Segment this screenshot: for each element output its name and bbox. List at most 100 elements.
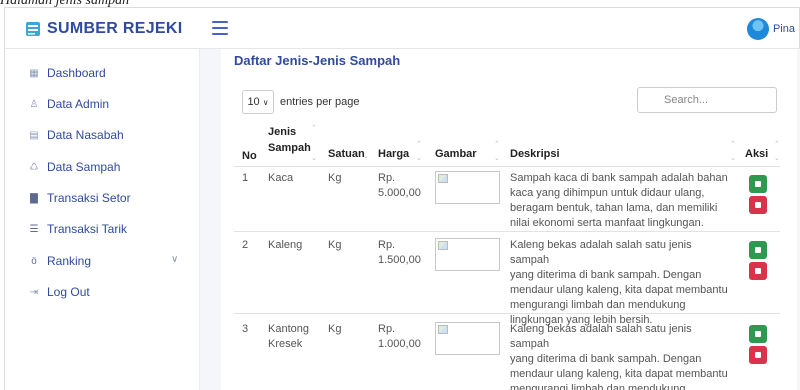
sidebar-item-label: Transaksi Tarik: [47, 222, 128, 236]
row-divider: [234, 313, 780, 314]
sidebar-item-transaksi-tarik[interactable]: ☰ Transaksi Tarik: [29, 222, 128, 236]
sort-icon[interactable]: ⌃: [416, 141, 422, 148]
main-content: Daftar Jenis-Jenis Sampah 10 ∨ entries p…: [200, 49, 800, 390]
cell-harga-prefix: Rp.: [378, 172, 396, 184]
sidebar-item-transaksi-setor[interactable]: ▇ Transaksi Setor: [29, 191, 131, 205]
cell-jenis-line1: Kantong: [268, 323, 309, 335]
dashboard-icon: ▦: [29, 67, 39, 79]
col-header-aksi[interactable]: Aksi: [745, 147, 768, 161]
sort-icon[interactable]: ⌄: [774, 155, 780, 162]
desc-line: yang diterima di bank sampah. Dengan: [510, 269, 702, 281]
page-title: Daftar Jenis-Jenis Sampah: [234, 53, 401, 68]
col-header-satuan[interactable]: Satuan: [328, 147, 365, 161]
withdraw-icon: ☰: [29, 223, 39, 235]
medal-icon: ö: [31, 255, 37, 267]
sort-icon[interactable]: ⌃: [311, 125, 317, 132]
desc-line: Kaleng bekas adalah salah satu jenis sam…: [510, 323, 692, 350]
data-card: Daftar Jenis-Jenis Sampah 10 ∨ entries p…: [221, 49, 797, 390]
sidebar-item-label: Data Nasabah: [47, 128, 124, 142]
trash-icon: [755, 352, 761, 358]
col-header-deskripsi[interactable]: Deskripsi: [510, 147, 560, 161]
desc-line: nilai ekonomi serta manfaat lingkungan.: [510, 217, 704, 229]
entries-value: 10: [247, 96, 260, 108]
sort-icon[interactable]: ⌄: [494, 155, 500, 162]
sort-icon[interactable]: ⌄: [730, 155, 736, 162]
broken-image-icon: [438, 241, 448, 250]
edit-icon: [755, 181, 761, 187]
desc-line: Kaleng bekas adalah salah satu jenis sam…: [510, 239, 692, 266]
cell-satuan: Kg: [328, 239, 342, 251]
desc-line: mendaur ulang kaleng, kita dapat membant…: [510, 284, 728, 296]
chevron-down-icon: ∨: [262, 97, 269, 107]
desc-line: mendaur ulang kaleng, kita dapat membant…: [510, 368, 728, 380]
col-header-jenis-line1: Jenis: [268, 126, 297, 138]
col-header-no[interactable]: No: [242, 149, 257, 163]
delete-button[interactable]: [749, 262, 767, 280]
col-header-harga[interactable]: Harga: [378, 147, 409, 161]
desc-line: Sampah kaca di bank sampah adalah bahan: [510, 172, 728, 184]
cell-harga: Rp. 1.000,00: [378, 322, 421, 352]
sort-icon[interactable]: ⌃: [494, 141, 500, 148]
user-menu[interactable]: Pina: [746, 18, 795, 40]
recycle-icon: ♺: [29, 161, 39, 173]
delete-button[interactable]: [749, 196, 767, 214]
broken-image-icon: [438, 325, 448, 334]
sort-icon[interactable]: ⌄: [416, 155, 422, 162]
cell-deskripsi: Kaleng bekas adalah salah satu jenis sam…: [510, 322, 730, 390]
sidebar-item-data-sampah[interactable]: ♺ Data Sampah: [29, 160, 121, 174]
sidebar-item-data-admin[interactable]: ♙ Data Admin: [29, 97, 110, 111]
sidebar-item-label: Transaksi Setor: [47, 191, 131, 205]
avatar: [746, 18, 769, 40]
search-placeholder: Search...: [664, 94, 709, 106]
entries-label: entries per page: [280, 96, 360, 108]
users-icon: ▤: [29, 129, 39, 141]
edit-icon: [755, 331, 761, 337]
sort-icon[interactable]: ⌄: [363, 153, 369, 160]
sort-icon[interactable]: ⌃: [774, 141, 780, 148]
chevron-down-icon[interactable]: ∨: [171, 254, 178, 265]
cell-jenis: Kantong Kresek: [268, 322, 309, 352]
cell-image: [435, 238, 500, 271]
header-divider: [234, 166, 780, 167]
cell-image: [435, 322, 500, 355]
cell-image: [435, 171, 500, 204]
desc-line: yang diterima di bank sampah. Dengan: [510, 353, 702, 365]
sidebar-item-label: Ranking: [47, 254, 92, 268]
logout-icon: ⇥: [29, 286, 39, 298]
col-header-jenis[interactable]: Jenis Sampah: [268, 125, 311, 155]
col-header-jenis-line2: Sampah: [268, 142, 311, 154]
sort-icon[interactable]: ⌃: [730, 141, 736, 148]
cell-harga-value: 1.500,00: [378, 254, 421, 266]
sidebar-item-label: Data Sampah: [47, 160, 121, 174]
user-icon: ♙: [29, 98, 39, 110]
cell-jenis: Kaca: [268, 172, 294, 184]
cell-deskripsi: Sampah kaca di bank sampah adalah bahan …: [510, 171, 730, 231]
cell-no: 3: [242, 323, 249, 335]
brand[interactable]: SUMBER REJEKI: [25, 20, 182, 38]
delete-button[interactable]: [749, 346, 767, 364]
cell-harga: Rp. 5.000,00: [378, 171, 421, 201]
search-input[interactable]: Search...: [637, 87, 777, 113]
sidebar: ▦ Dashboard ♙ Data Admin ▤ Data Nasabah …: [4, 49, 200, 390]
cell-jenis-line2: Kresek: [268, 338, 303, 350]
sidebar-item-data-nasabah[interactable]: ▤ Data Nasabah: [29, 128, 124, 142]
edit-button[interactable]: [749, 175, 767, 193]
sort-icon[interactable]: ⌄: [311, 155, 317, 162]
brand-name: SUMBER REJEKI: [47, 20, 183, 37]
sidebar-item-log-out[interactable]: ⇥ Log Out: [29, 285, 90, 299]
cell-harga-value: 5.000,00: [378, 187, 421, 199]
menu-toggle-icon[interactable]: [212, 21, 228, 35]
entries-select[interactable]: 10 ∨: [242, 90, 274, 114]
edit-button[interactable]: [749, 241, 767, 259]
edit-button[interactable]: [749, 325, 767, 343]
sidebar-item-ranking[interactable]: ö Ranking: [29, 254, 91, 268]
entries-control: 10 ∨ entries per page: [242, 90, 360, 114]
sidebar-item-label: Data Admin: [47, 97, 110, 111]
cell-satuan: Kg: [328, 323, 342, 335]
sidebar-item-label: Log Out: [47, 285, 90, 299]
col-header-gambar[interactable]: Gambar: [435, 147, 477, 161]
cell-deskripsi: Kaleng bekas adalah salah satu jenis sam…: [510, 238, 730, 328]
sidebar-item-dashboard[interactable]: ▦ Dashboard: [29, 66, 105, 80]
desc-line: mengurangi limbah dan mendukung: [510, 383, 686, 390]
cell-harga-value: 1.000,00: [378, 338, 421, 350]
